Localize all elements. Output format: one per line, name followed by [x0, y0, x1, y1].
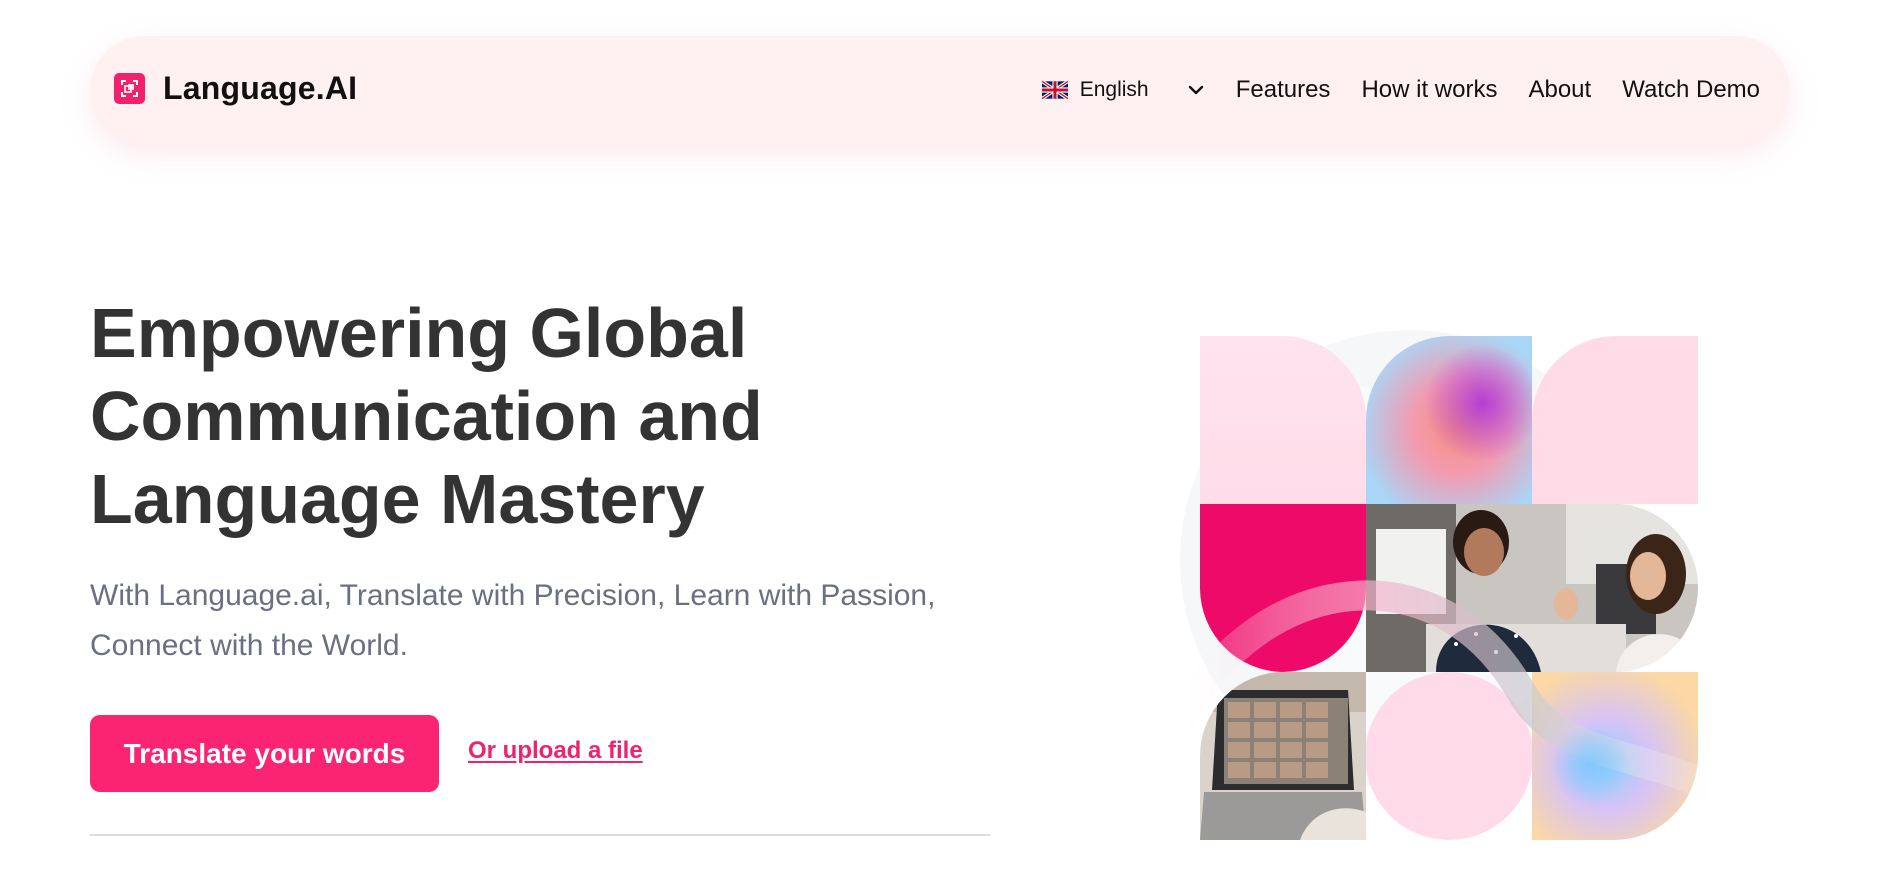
language-label: English [1079, 78, 1149, 101]
nav-link-about[interactable]: About [1528, 76, 1591, 104]
translate-logo-icon [114, 72, 145, 104]
decorative-swoosh [1165, 580, 1720, 805]
hero-subtitle: With Language.ai, Translate with Precisi… [90, 579, 936, 662]
chevron-down-icon [1188, 85, 1203, 95]
brand-logo-link[interactable]: Language.AI [114, 64, 357, 112]
translate-words-button[interactable]: Translate your words [90, 715, 439, 792]
uk-flag-icon [1041, 81, 1068, 99]
top-navbar: Language.AI English Features How it work… [90, 36, 1790, 144]
nav-links: Features How it works About Watch Demo [1236, 76, 1760, 104]
nav-menu: English Features How it works About Watc… [1041, 36, 1760, 144]
nav-link-features[interactable]: Features [1236, 76, 1331, 104]
hero-title: Empowering Global Communication and Lang… [90, 294, 763, 538]
brand-name: Language.AI [163, 69, 358, 106]
upload-file-link[interactable]: Or upload a file [468, 737, 643, 765]
nav-link-how-it-works[interactable]: How it works [1361, 76, 1497, 104]
language-select[interactable]: English [1041, 78, 1204, 102]
hero-collage [1140, 320, 1720, 880]
nav-link-watch-demo[interactable]: Watch Demo [1622, 76, 1760, 104]
hero-divider [90, 834, 990, 836]
